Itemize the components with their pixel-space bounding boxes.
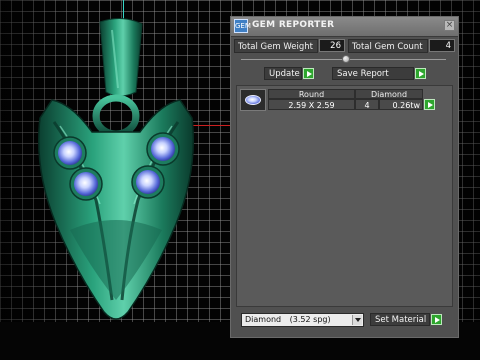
save-report-button[interactable]: Save Report xyxy=(332,67,414,80)
dropdown-arrow-icon[interactable] xyxy=(352,315,362,325)
gem-list: Round Diamond 2.59 X 2.59 4 0.26tw xyxy=(236,85,453,307)
update-button[interactable]: Update xyxy=(264,67,302,80)
pendant-model xyxy=(37,18,195,320)
material-select-value: Diamond xyxy=(245,315,282,324)
set-material-button-label: Set Material xyxy=(375,315,427,325)
table-header-shape: Round xyxy=(268,89,355,99)
play-arrow-icon[interactable] xyxy=(303,68,314,79)
gem-size-cell: 2.59 X 2.59 xyxy=(268,99,355,110)
material-select[interactable]: Diamond (3.52 spg) xyxy=(241,313,364,327)
total-gem-count-label: Total Gem Count xyxy=(348,39,428,53)
pendant-bail xyxy=(99,18,143,97)
play-arrow-icon[interactable] xyxy=(424,99,435,110)
gem-round-icon[interactable] xyxy=(240,89,266,111)
gem-count-cell: 4 xyxy=(355,99,379,110)
play-arrow-icon[interactable] xyxy=(431,314,442,325)
gem-stone-thumbnail xyxy=(245,95,261,105)
set-material-button[interactable]: Set Material xyxy=(370,313,430,326)
panel-titlebar[interactable]: GEM GEM REPORTER × xyxy=(231,17,458,37)
panel-title: GEM REPORTER xyxy=(252,20,335,30)
table-header-material: Diamond xyxy=(355,89,423,99)
play-arrow-icon[interactable] xyxy=(415,68,426,79)
update-button-label: Update xyxy=(269,69,300,79)
gem-weight-cell: 0.26tw xyxy=(379,99,423,110)
gem-reporter-panel: GEM GEM REPORTER × Total Gem Weight 26 T… xyxy=(230,16,459,338)
app-icon: GEM xyxy=(234,19,251,33)
material-density: (3.52 spg) xyxy=(289,315,331,324)
total-gem-count-value: 4 xyxy=(429,39,455,52)
slider-handle[interactable] xyxy=(342,55,350,63)
close-icon[interactable]: × xyxy=(444,20,455,31)
total-gem-weight-value: 26 xyxy=(319,39,345,52)
pendant-ring xyxy=(92,94,140,138)
total-gem-weight-label: Total Gem Weight xyxy=(234,39,318,53)
save-report-button-label: Save Report xyxy=(337,69,389,79)
